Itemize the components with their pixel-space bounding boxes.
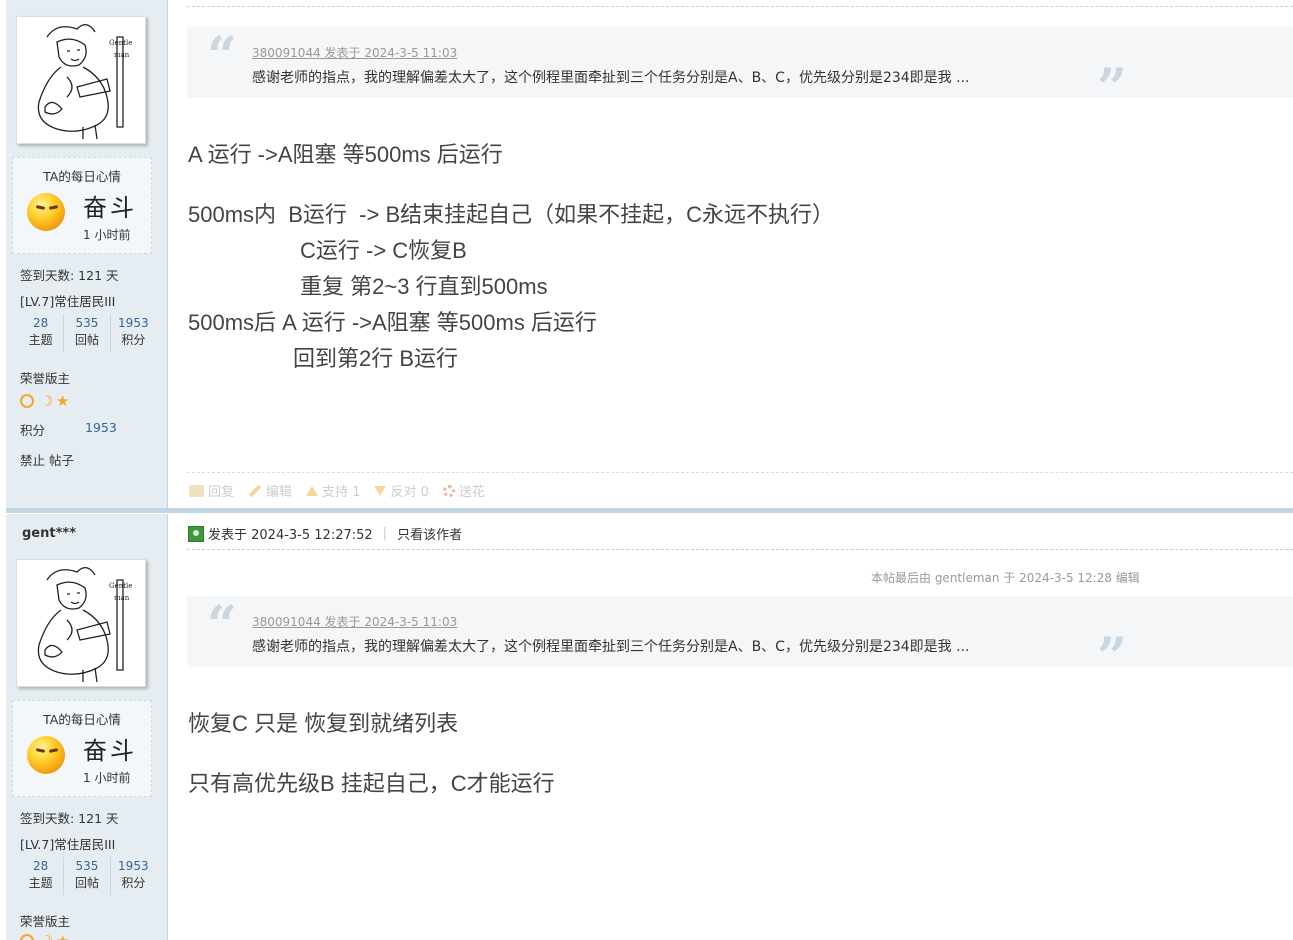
thumb-up-icon: [306, 485, 319, 496]
quote-author-link[interactable]: 380091044 发表于 2024-3-5 11:03: [252, 44, 457, 61]
avatar-sketch-icon: Gentle man: [37, 24, 132, 140]
pencil-icon: [248, 484, 262, 497]
support-button[interactable]: 支持 1: [306, 481, 360, 500]
daily-mood-box: TA的每日心情 奋斗 1 小时前: [12, 700, 152, 797]
svg-text:Gentle: Gentle: [109, 582, 132, 590]
post-line: C运行 -> C恢复B: [300, 238, 467, 263]
moon-icon: ☽: [40, 934, 53, 940]
honor-title: 荣誉版主: [20, 371, 71, 386]
daily-mood-box: TA的每日心情 奋斗 1 小时前: [12, 157, 152, 254]
post-line: 恢复C 只是 恢复到就绪列表: [188, 711, 459, 736]
thumb-down-icon: [374, 485, 387, 496]
post-actions: 回复 编辑 支持 1 反对 0 送花: [187, 472, 1293, 508]
post-separator: [6, 508, 1293, 513]
sun-icon: [20, 934, 34, 940]
ban-post-link[interactable]: 禁止 帖子: [20, 450, 74, 469]
flower-icon: [442, 484, 455, 497]
post-line: 重复 第2~3 行直到500ms: [300, 274, 548, 299]
quote-open-icon: “: [207, 26, 237, 87]
rank-medals: ☽ ★: [20, 934, 69, 940]
stat-replies[interactable]: 535 回帖: [63, 314, 109, 352]
post-line: 500ms后 A 运行 ->A阻塞 等500ms 后运行: [188, 310, 597, 335]
reply-icon: [189, 484, 204, 497]
online-user-icon: [188, 525, 204, 542]
post-line: 只有高优先级B 挂起自己，C才能运行: [188, 771, 555, 796]
edit-button[interactable]: 编辑: [248, 481, 292, 500]
star-icon: ★: [56, 934, 69, 940]
mood-title: TA的每日心情: [43, 712, 121, 727]
post-date: 发表于 2024-3-5 12:27:52: [208, 528, 373, 543]
send-flower-button[interactable]: 送花: [442, 481, 485, 500]
quote-text: 感谢老师的指点，我的理解偏差太大了，这个例程里面牵扯到三个任务分别是A、B、C，…: [252, 70, 970, 86]
quote-close-icon: ”: [1097, 627, 1127, 688]
star-icon: ★: [56, 392, 70, 410]
user-stats: 28 主题 535 回帖 1953 积分: [18, 314, 156, 352]
post-meta-divider: [187, 549, 1293, 550]
signin-days: 签到天数: 121 天: [20, 268, 119, 283]
mood-word: 奋斗: [83, 194, 137, 222]
quote-close-icon: ”: [1097, 58, 1127, 119]
quote-author-link[interactable]: 380091044 发表于 2024-3-5 11:03: [252, 613, 457, 630]
avatar[interactable]: Gentle man: [16, 16, 146, 144]
avatar[interactable]: Gentle man: [16, 559, 146, 687]
signin-days: 签到天数: 121 天: [20, 811, 119, 826]
quote-open-icon: “: [207, 595, 237, 656]
stat-threads[interactable]: 28 主题: [18, 857, 63, 895]
post-line: 500ms内 B运行 -> B结束挂起自己（如果不挂起，C永远不执行）: [188, 202, 835, 227]
user-level[interactable]: [LV.7]常住居民III: [20, 291, 115, 310]
stat-threads[interactable]: 28 主题: [18, 314, 63, 352]
svg-text:man: man: [114, 594, 130, 602]
mood-time: 1 小时前: [83, 228, 131, 242]
stat-replies[interactable]: 535 回帖: [63, 857, 109, 895]
reply-button[interactable]: 回复: [189, 481, 234, 500]
score-value: 1953: [85, 420, 117, 435]
quote-block: “ 380091044 发表于 2024-3-5 11:03 感谢老师的指点，我…: [187, 595, 1293, 684]
post-line: 回到第2行 B运行: [293, 346, 459, 371]
user-stats: 28 主题 535 回帖 1953 积分: [18, 857, 156, 895]
quote-text: 感谢老师的指点，我的理解偏差太大了，这个例程里面牵扯到三个任务分别是A、B、C，…: [252, 639, 970, 655]
username[interactable]: gent***: [22, 526, 76, 541]
honor-title: 荣誉版主: [20, 914, 71, 929]
quote-block: “ 380091044 发表于 2024-3-5 11:03 感谢老师的指点，我…: [187, 26, 1293, 115]
moon-icon: ☽: [40, 392, 54, 410]
oppose-button[interactable]: 反对 0: [374, 481, 429, 500]
meta-divider: |: [382, 526, 388, 541]
stat-points[interactable]: 1953 积分: [109, 314, 156, 352]
mood-time: 1 小时前: [83, 771, 131, 785]
post-line: A 运行 ->A阻塞 等500ms 后运行: [188, 142, 503, 167]
mood-face-icon: [27, 736, 65, 774]
avatar-sketch-icon: Gentle man: [37, 567, 132, 683]
mood-word: 奋斗: [83, 737, 137, 765]
only-author-link[interactable]: 只看该作者: [397, 524, 462, 543]
mood-title: TA的每日心情: [43, 169, 121, 184]
score-label: 积分: [20, 423, 46, 438]
post-top-divider: [187, 6, 1293, 7]
rank-medals: ☽ ★: [20, 392, 70, 410]
svg-text:Gentle: Gentle: [109, 39, 132, 47]
sun-icon: [20, 394, 34, 408]
svg-text:man: man: [114, 51, 130, 59]
edit-note: 本帖最后由 gentleman 于 2024-3-5 12:28 编辑: [871, 571, 1140, 585]
post-meta: 发表于 2024-3-5 12:27:52 | 只看该作者: [188, 524, 462, 543]
mood-face-icon: [27, 193, 65, 231]
stat-points[interactable]: 1953 积分: [109, 857, 156, 895]
user-level[interactable]: [LV.7]常住居民III: [20, 834, 115, 853]
